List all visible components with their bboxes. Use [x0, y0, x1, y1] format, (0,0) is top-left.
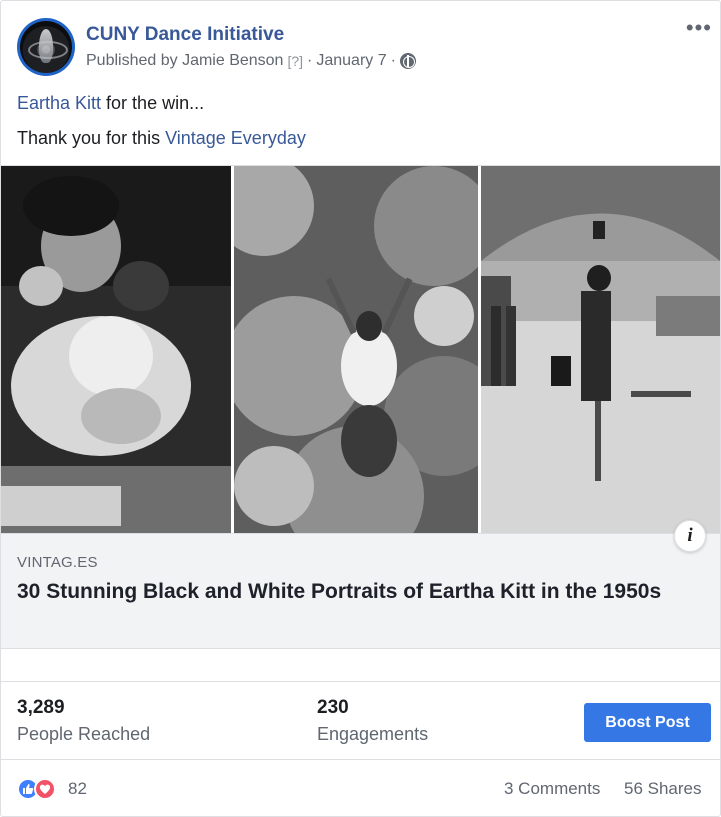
people-reached-value: 3,289: [17, 697, 65, 718]
message-text: for the win...: [101, 93, 205, 113]
link-title[interactable]: 30 Stunning Black and White Portraits of…: [17, 578, 677, 606]
message-text: Thank you for this: [17, 128, 166, 148]
meta-separator: ·: [307, 52, 313, 69]
avatar-image: [20, 21, 72, 73]
help-marker[interactable]: [?]: [287, 53, 303, 69]
page-avatar[interactable]: [17, 18, 75, 76]
shares-count[interactable]: 56 Shares: [624, 779, 702, 799]
more-options-icon[interactable]: •••: [686, 17, 712, 39]
post-date[interactable]: January 7: [316, 52, 386, 70]
published-by[interactable]: Published by Jamie Benson: [86, 52, 283, 70]
engagements-label[interactable]: Engagements: [317, 724, 428, 745]
link-preview-image[interactable]: [1, 166, 720, 533]
mention-link[interactable]: Vintage Everyday: [165, 128, 306, 148]
post-message-line-2: Thank you for this Vintage Everyday: [17, 128, 306, 149]
post-message-line-1: Eartha Kitt for the win...: [17, 93, 204, 114]
reaction-icons[interactable]: [17, 778, 65, 800]
link-domain: VINTAG.ES: [17, 554, 98, 571]
people-reached-label[interactable]: People Reached: [17, 724, 150, 745]
globe-icon[interactable]: [399, 53, 416, 69]
reactions-count[interactable]: 82: [68, 779, 87, 799]
mention-link[interactable]: Eartha Kitt: [17, 93, 101, 113]
photo-portrait-with-cat: [1, 166, 231, 533]
meta-separator: ·: [390, 52, 396, 69]
link-preview-details[interactable]: VINTAG.ES 30 Stunning Black and White Po…: [1, 533, 720, 649]
photo-dancing-in-garden: [234, 166, 478, 533]
post-card: CUNY Dance Initiative Published by Jamie…: [0, 0, 721, 817]
engagements-value: 230: [317, 697, 349, 718]
love-icon: [34, 778, 56, 800]
post-header: CUNY Dance Initiative Published by Jamie…: [1, 1, 720, 83]
post-meta: Published by Jamie Benson [?] · January …: [86, 52, 416, 70]
divider: [1, 759, 720, 760]
boost-post-button[interactable]: Boost Post: [584, 703, 711, 742]
comments-count[interactable]: 3 Comments: [504, 779, 600, 799]
photo-train-station: [481, 166, 720, 533]
page-name-link[interactable]: CUNY Dance Initiative: [86, 24, 284, 46]
divider: [1, 681, 720, 682]
info-icon[interactable]: i: [674, 520, 706, 552]
